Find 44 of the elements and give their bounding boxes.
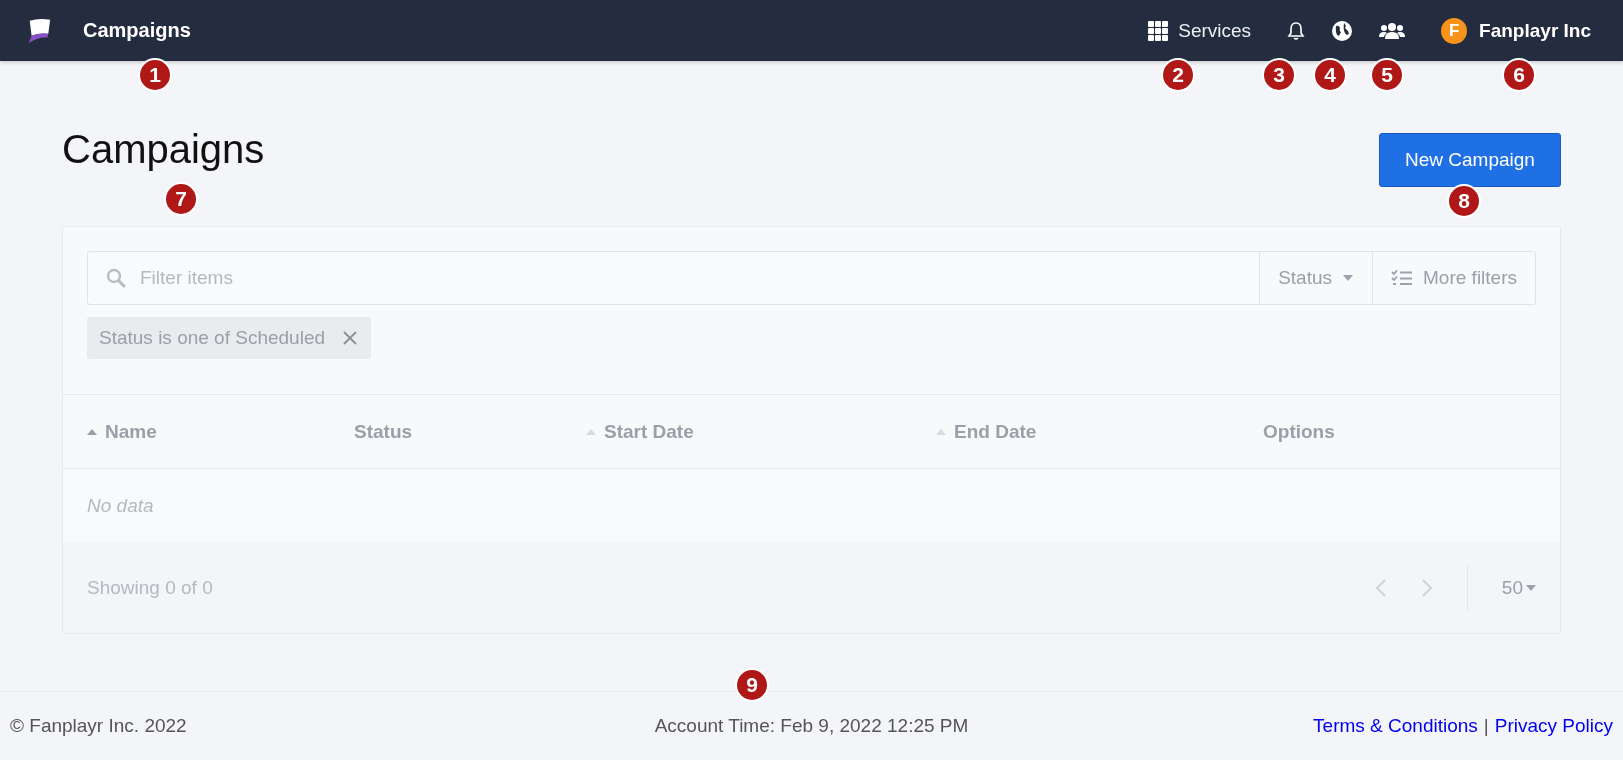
number-marker: 5 [1370, 58, 1404, 92]
number-marker: 3 [1262, 58, 1296, 92]
sort-header[interactable]: Name [87, 420, 157, 443]
new-campaign-button[interactable]: New Campaign [1379, 133, 1561, 187]
app-title: Campaigns [83, 19, 191, 42]
number-marker: 4 [1313, 58, 1347, 92]
footer-link[interactable]: Terms & Conditions [1313, 715, 1478, 737]
number-marker: 6 [1502, 58, 1536, 92]
footer-link[interactable]: Privacy Policy [1494, 715, 1613, 737]
more-filters-button[interactable]: More filters [1373, 251, 1536, 305]
number-marker: 9 [735, 668, 769, 702]
checklist-icon [1391, 270, 1414, 286]
copyright-text: © Fanplayr Inc. 2022 [10, 715, 188, 737]
account-name: Fanplayr Inc [1479, 19, 1591, 42]
globe-button[interactable] [1331, 19, 1354, 42]
number-marker: 8 [1447, 184, 1481, 218]
notifications-button[interactable] [1287, 20, 1306, 41]
caret-icon [1526, 584, 1536, 591]
page-title: Campaigns [62, 127, 265, 172]
search-field[interactable]: Filter items [87, 251, 1261, 305]
close-icon[interactable] [343, 331, 358, 345]
account-button[interactable]: F Fanplayr Inc [1441, 17, 1591, 44]
no-data-text: No data [87, 494, 154, 517]
status-filter-button[interactable]: Status [1260, 251, 1374, 305]
number-marker: 2 [1161, 58, 1195, 92]
search-input[interactable]: Filter items [138, 266, 1260, 290]
services-button[interactable]: Services [1148, 19, 1252, 42]
sort-header[interactable]: End Date [936, 420, 1037, 443]
page-size-select[interactable]: 50 [1501, 576, 1536, 599]
caret-icon [1342, 274, 1355, 282]
users-button[interactable] [1379, 21, 1406, 40]
avatar-icon: F [1441, 17, 1468, 44]
sort-header[interactable]: Start Date [586, 420, 694, 443]
column-header: Status [354, 420, 413, 443]
link-separator: | [1483, 715, 1489, 737]
row-count: Showing 0 of 0 [87, 576, 213, 599]
flag-logo-icon [26, 16, 52, 45]
number-marker: 1 [138, 58, 172, 92]
account-time: Account Time: Feb 9, 2022 12:25 PM [654, 715, 969, 737]
search-icon [106, 268, 126, 288]
grid-icon [1148, 20, 1169, 41]
column-header: Options [1263, 420, 1335, 443]
number-marker: 7 [164, 182, 198, 216]
chip-label: Status is one of Scheduled [99, 327, 326, 349]
